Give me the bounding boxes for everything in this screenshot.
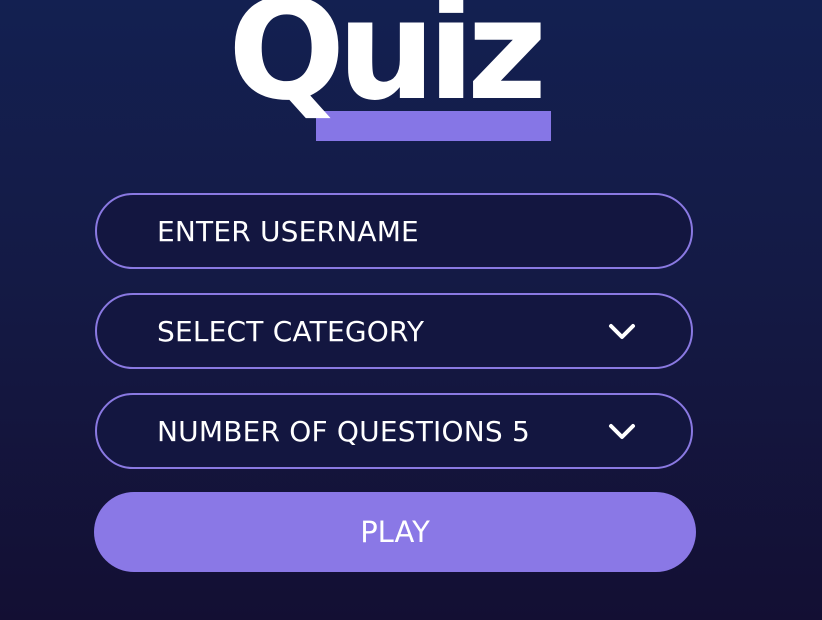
- chevron-down-icon[interactable]: [607, 419, 637, 443]
- category-label: SELECT CATEGORY: [157, 314, 425, 348]
- questions-label: NUMBER OF QUESTIONS: [157, 414, 503, 448]
- category-select[interactable]: SELECT CATEGORY: [95, 293, 693, 369]
- username-field[interactable]: ENTER USERNAME: [95, 193, 693, 269]
- questions-label-wrap: NUMBER OF QUESTIONS 5: [157, 415, 530, 448]
- logo-text: Quiz: [228, 0, 547, 131]
- quiz-logo: Quiz: [228, 0, 558, 150]
- username-placeholder: ENTER USERNAME: [157, 214, 419, 248]
- questions-select[interactable]: NUMBER OF QUESTIONS 5: [95, 393, 693, 469]
- chevron-down-icon[interactable]: [607, 319, 637, 343]
- questions-value: 5: [511, 414, 530, 448]
- play-button[interactable]: PLAY: [94, 492, 696, 572]
